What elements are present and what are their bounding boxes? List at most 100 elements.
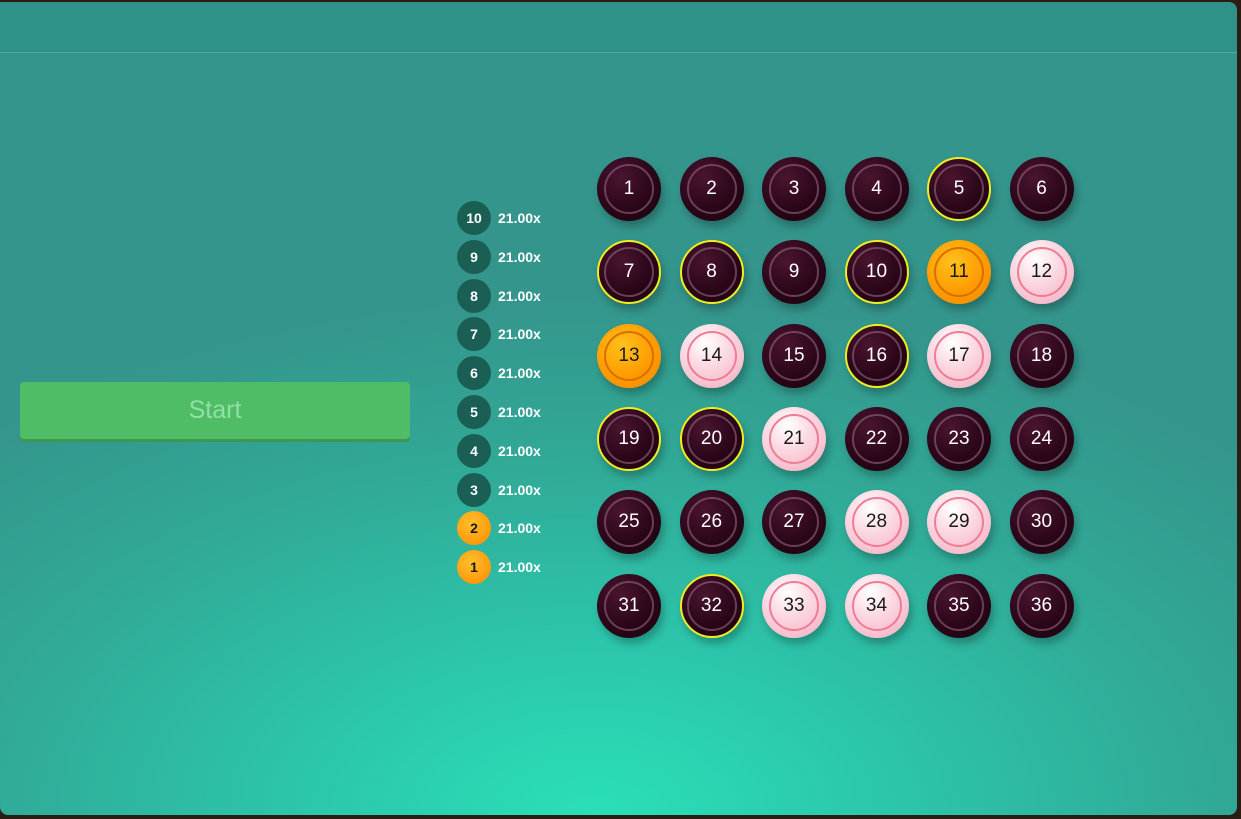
paytable-multiplier: 21.00x — [498, 404, 541, 420]
top-bar — [0, 2, 1237, 53]
number-ball-label: 14 — [686, 330, 737, 381]
number-ball-label: 27 — [769, 497, 819, 548]
number-ball[interactable]: 8 — [679, 240, 744, 305]
paytable-hits-chip: 10 — [457, 201, 491, 235]
number-ball-label: 11 — [934, 247, 984, 298]
number-ball[interactable]: 36 — [1009, 573, 1074, 638]
paytable-row: 8 21.00x — [457, 278, 541, 313]
number-ball[interactable]: 21 — [762, 406, 826, 471]
number-ball[interactable]: 5 — [927, 157, 991, 221]
paytable-row: 1 21.00x — [457, 550, 541, 585]
number-ball-label: 25 — [604, 497, 654, 548]
number-ball-label: 4 — [851, 164, 902, 214]
number-ball-label: 8 — [686, 247, 737, 298]
number-ball[interactable]: 35 — [927, 573, 991, 638]
number-ball[interactable]: 22 — [844, 406, 909, 471]
number-ball[interactable]: 9 — [762, 240, 826, 305]
paytable-hits-chip: 6 — [457, 356, 491, 391]
number-ball-label: 23 — [934, 413, 984, 464]
number-ball-label: 7 — [604, 247, 654, 298]
number-ball[interactable]: 25 — [597, 490, 661, 555]
number-ball[interactable]: 7 — [597, 240, 661, 305]
number-ball-label: 6 — [1016, 164, 1067, 214]
number-ball-label: 32 — [686, 580, 737, 631]
paytable-row: 7 21.00x — [457, 317, 541, 352]
paytable-hits-chip: 3 — [457, 472, 491, 507]
number-ball[interactable]: 30 — [1009, 490, 1074, 555]
paytable-multiplier: 21.00x — [498, 210, 541, 226]
paytable-hits-chip: 4 — [457, 433, 491, 468]
number-ball[interactable]: 20 — [679, 406, 744, 471]
number-ball-label: 22 — [851, 413, 902, 464]
paytable-hits-chip: 8 — [457, 278, 491, 313]
paytable-hits-chip: 1 — [457, 550, 491, 585]
number-ball-label: 36 — [1016, 580, 1067, 631]
number-ball-label: 2 — [686, 164, 737, 214]
number-ball-label: 34 — [851, 580, 902, 631]
number-ball-label: 18 — [1016, 330, 1067, 381]
number-ball[interactable]: 3 — [762, 157, 826, 221]
number-ball-label: 19 — [604, 413, 654, 464]
number-ball[interactable]: 24 — [1009, 406, 1074, 471]
number-ball[interactable]: 18 — [1009, 323, 1074, 388]
paytable-row: 2 21.00x — [457, 511, 541, 546]
number-ball[interactable]: 1 — [597, 157, 661, 221]
number-ball-label: 28 — [851, 497, 902, 548]
number-ball-label: 17 — [934, 330, 984, 381]
number-ball-label: 26 — [686, 497, 737, 548]
number-ball-label: 3 — [769, 164, 819, 214]
number-ball[interactable]: 13 — [597, 323, 661, 388]
paytable-multiplier: 21.00x — [498, 559, 541, 576]
number-ball-label: 15 — [769, 330, 819, 381]
paytable-multiplier: 21.00x — [498, 287, 541, 304]
number-ball[interactable]: 26 — [679, 490, 744, 555]
number-ball[interactable]: 10 — [844, 240, 909, 305]
number-ball[interactable]: 31 — [597, 573, 661, 638]
number-ball[interactable]: 12 — [1009, 240, 1074, 305]
number-ball[interactable]: 32 — [679, 573, 744, 638]
number-ball[interactable]: 6 — [1009, 157, 1074, 221]
number-ball[interactable]: 33 — [762, 573, 826, 638]
paytable-row: 9 21.00x — [457, 239, 541, 274]
number-ball[interactable]: 2 — [679, 157, 744, 221]
paytable-hits-chip: 9 — [457, 239, 491, 274]
number-ball-label: 20 — [686, 413, 737, 464]
paytable-multiplier: 21.00x — [498, 520, 541, 537]
start-button[interactable]: Start — [20, 382, 410, 439]
number-ball[interactable]: 34 — [844, 573, 909, 638]
paytable-hits-chip: 2 — [457, 511, 491, 546]
paytable-row: 4 21.00x — [457, 433, 541, 468]
number-ball-label: 31 — [604, 580, 654, 631]
number-ball-label: 13 — [604, 330, 654, 381]
number-ball-label: 35 — [934, 580, 984, 631]
number-ball-label: 5 — [934, 164, 984, 214]
number-ball-label: 33 — [769, 580, 819, 631]
number-ball-label: 30 — [1016, 497, 1067, 548]
number-ball[interactable]: 14 — [679, 323, 744, 388]
number-ball[interactable]: 11 — [927, 240, 991, 305]
number-ball[interactable]: 17 — [927, 323, 991, 388]
paytable-multiplier: 21.00x — [498, 442, 541, 459]
number-ball-label: 16 — [851, 330, 902, 381]
number-ball-label: 1 — [604, 164, 654, 214]
number-ball-label: 21 — [769, 413, 819, 464]
paytable-row: 5 21.00x — [457, 395, 541, 429]
paytable-multiplier: 21.00x — [498, 248, 541, 265]
paytable-multiplier: 21.00x — [498, 365, 541, 382]
paytable-row: 10 21.00x — [457, 201, 541, 235]
paytable-multiplier: 21.00x — [498, 481, 541, 498]
number-ball[interactable]: 19 — [597, 406, 661, 471]
number-ball[interactable]: 4 — [844, 157, 909, 221]
number-ball[interactable]: 16 — [844, 323, 909, 388]
number-ball[interactable]: 29 — [927, 490, 991, 555]
number-ball-label: 24 — [1016, 413, 1067, 464]
number-ball[interactable]: 28 — [844, 490, 909, 555]
number-ball[interactable]: 27 — [762, 490, 826, 555]
number-ball-label: 10 — [851, 247, 902, 298]
paytable-row: 3 21.00x — [457, 472, 541, 507]
game-frame: Start 10 21.00x 9 21.00x 8 21.00x 7 21.00x 6 21.0… — [0, 2, 1237, 815]
number-ball-label: 29 — [934, 497, 984, 548]
number-ball[interactable]: 15 — [762, 323, 826, 388]
number-ball[interactable]: 23 — [927, 406, 991, 471]
number-ball-label: 12 — [1016, 247, 1067, 298]
